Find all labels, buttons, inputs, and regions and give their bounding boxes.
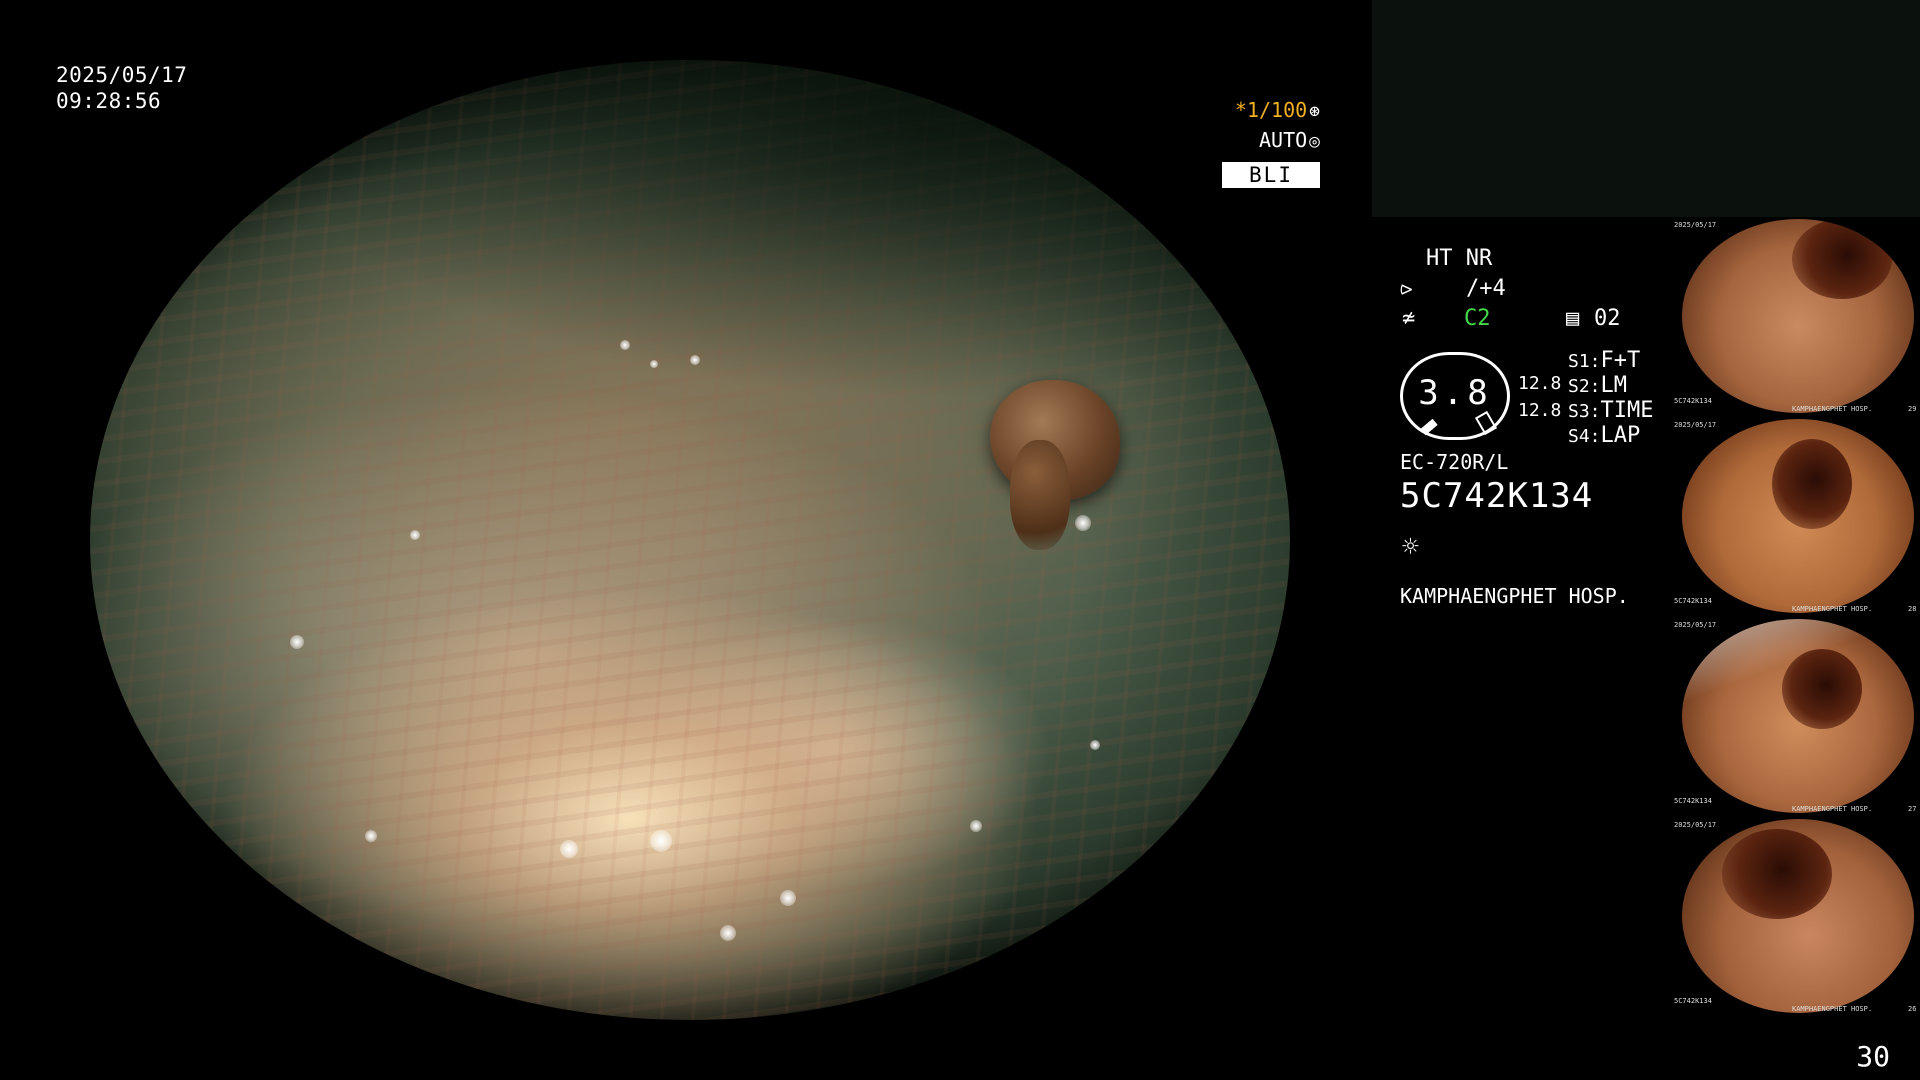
- thumbnail-2[interactable]: 2025/05/17 5C742K134 KAMPHAENGPHET HOSP.…: [1672, 417, 1920, 615]
- light-reflection: [780, 890, 796, 906]
- thumbnail-date: 2025/05/17: [1674, 821, 1717, 829]
- light-reflection: [560, 840, 578, 858]
- thumbnail-lumen: [1792, 219, 1892, 299]
- auto-label: AUTO: [1258, 128, 1308, 152]
- memory-card-icon: ▤: [1566, 306, 1580, 331]
- color-mode-value: C2: [1464, 306, 1491, 331]
- switch-key: S1:: [1568, 351, 1601, 372]
- switch-row-1: S1:F+T: [1568, 348, 1640, 373]
- shutter-value: *1/100: [1234, 98, 1308, 122]
- thumbnail-image: [1682, 819, 1914, 1013]
- gauge-value: 3.8: [1418, 373, 1492, 413]
- thumbnail-lumen: [1772, 439, 1852, 529]
- endoscopic-image: [90, 60, 1290, 1020]
- scope-model: EC-720R/L: [1400, 450, 1509, 474]
- ht-nr-label: HT NR: [1426, 246, 1493, 271]
- thumbnail-header-panel: [1372, 0, 1920, 217]
- thumbnail-image: [1682, 219, 1914, 413]
- thumbnail-1[interactable]: 2025/05/17 5C742K134 KAMPHAENGPHET HOSP.…: [1672, 217, 1920, 415]
- light-reflection: [290, 635, 304, 649]
- thumbnail-3[interactable]: 2025/05/17 5C742K134 KAMPHAENGPHET HOSP.…: [1672, 617, 1920, 815]
- light-reflection: [720, 925, 736, 941]
- auto-iris-indicator: AUTO ◎: [1210, 128, 1320, 152]
- thumbnail-lumen: [1782, 649, 1862, 729]
- aperture-icon: ⊛: [1309, 101, 1320, 122]
- endoscopy-screen: 2025/05/17 09:28:56 *1/100 ⊛ AUTO ◎ BLI HT…: [0, 0, 1920, 1080]
- light-reflection: [620, 340, 630, 350]
- iris-icon: ◎: [1309, 131, 1320, 152]
- polyp: [990, 380, 1120, 550]
- thumbnail-lumen: [1722, 829, 1832, 919]
- light-reflection: [1090, 740, 1100, 750]
- thumbnail-number: 26: [1908, 1005, 1917, 1013]
- thumbnail-number: 29: [1908, 405, 1917, 413]
- light-reflection: [1075, 515, 1091, 531]
- thumbnail-hospital: KAMPHAENGPHET HOSP.: [1792, 605, 1873, 613]
- thumbnail-serial: 5C742K134: [1674, 997, 1712, 1005]
- thumbnail-4[interactable]: 2025/05/17 5C742K134 KAMPHAENGPHET HOSP.…: [1672, 817, 1920, 1015]
- thumbnail-date: 2025/05/17: [1674, 621, 1717, 629]
- switch-row-4: S4:LAP: [1568, 423, 1640, 448]
- switch-value: LM: [1600, 373, 1628, 398]
- scope-serial: 5C742K134: [1400, 476, 1594, 516]
- hospital-name: KAMPHAENGPHET HOSP.: [1400, 584, 1629, 608]
- thumbnail-serial: 5C742K134: [1674, 797, 1712, 805]
- switch-row-2: S2:LM: [1568, 373, 1627, 398]
- lumen-shadow: [90, 60, 1290, 1020]
- time-display: 09:28:56: [56, 89, 162, 113]
- thumbnail-serial: 5C742K134: [1674, 597, 1712, 605]
- gauge-top-value: 12.8: [1518, 373, 1562, 394]
- date-display: 2025/05/17: [56, 63, 188, 87]
- memory-value: 02: [1594, 306, 1621, 331]
- thumbnail-serial: 5C742K134: [1674, 397, 1712, 405]
- light-reflection: [690, 355, 700, 365]
- switch-key: S2:: [1568, 376, 1601, 397]
- thumbnail-date: 2025/05/17: [1674, 221, 1717, 229]
- light-reflection: [970, 820, 982, 832]
- gauge: 3.8: [1400, 352, 1510, 440]
- light-reflection: [365, 830, 377, 842]
- gauge-right-mark: [1474, 410, 1498, 436]
- thumbnail-number: 27: [1908, 805, 1917, 813]
- switch-key: S4:: [1568, 426, 1601, 447]
- light-reflection: [650, 830, 672, 852]
- enhance-value: /+4: [1466, 276, 1506, 301]
- switch-row-3: S3:TIME: [1568, 398, 1654, 423]
- thumbnail-image: [1682, 619, 1914, 813]
- switch-value: F+T: [1600, 348, 1641, 373]
- observation-mode-badge: BLI: [1222, 162, 1320, 188]
- switch-value: TIME: [1600, 398, 1654, 423]
- thumbnail-number: 28: [1908, 605, 1917, 613]
- thumbnail-hospital: KAMPHAENGPHET HOSP.: [1792, 1005, 1873, 1013]
- light-icon: ☼: [1402, 530, 1419, 563]
- enhance-icon: ⪧: [1400, 276, 1413, 301]
- thumbnail-hospital: KAMPHAENGPHET HOSP.: [1792, 405, 1873, 413]
- light-reflection: [650, 360, 658, 368]
- gauge-left-mark: [1420, 418, 1438, 436]
- gauge-bottom-value: 12.8: [1518, 400, 1562, 421]
- thumbnail-date: 2025/05/17: [1674, 421, 1717, 429]
- light-reflection: [410, 530, 420, 540]
- color-tone-icon: ≄: [1402, 306, 1416, 331]
- page-number: 30: [1856, 1040, 1890, 1073]
- thumbnail-hospital: KAMPHAENGPHET HOSP.: [1792, 805, 1873, 813]
- switch-value: LAP: [1600, 423, 1641, 448]
- thumbnail-image: [1682, 419, 1914, 613]
- shutter-indicator: *1/100 ⊛: [1210, 98, 1320, 122]
- switch-key: S3:: [1568, 401, 1601, 422]
